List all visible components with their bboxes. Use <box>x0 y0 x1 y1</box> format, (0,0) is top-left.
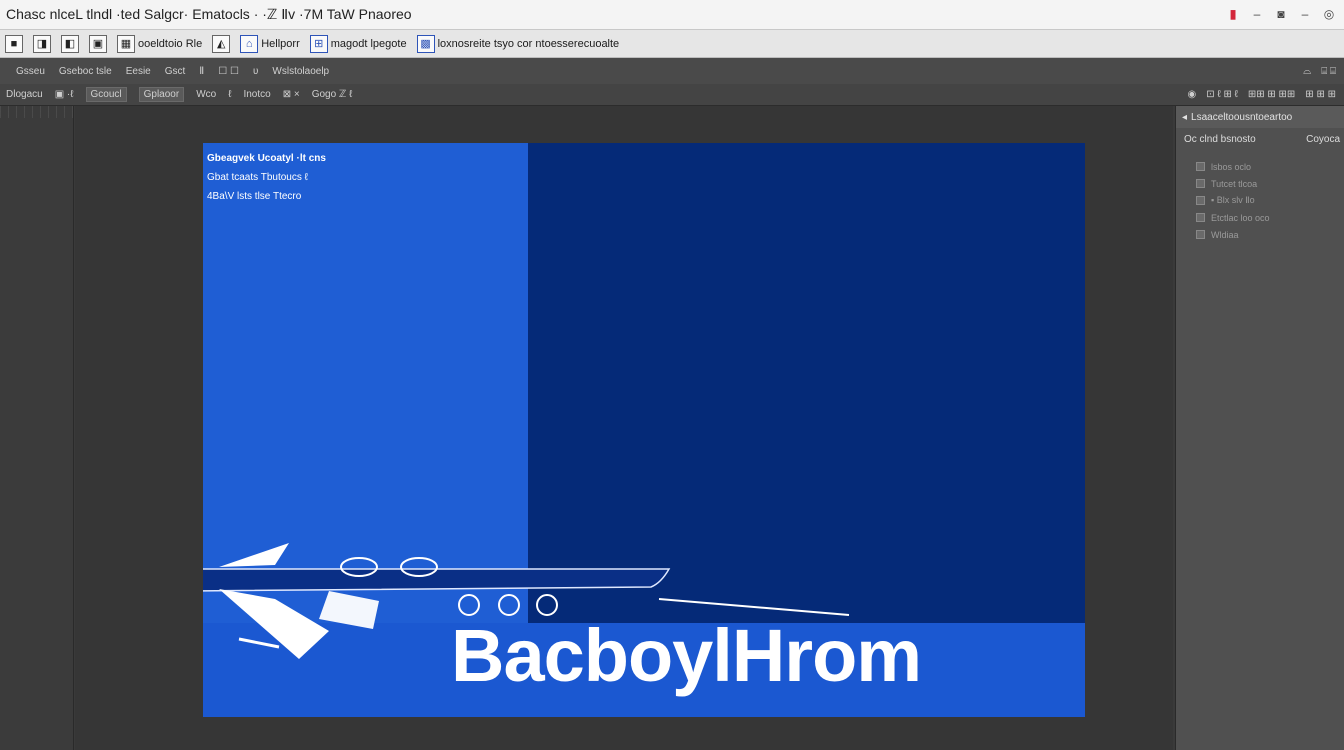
ribbon-button-7[interactable]: ⌂ Hellporr <box>237 33 303 55</box>
ribbon-button-4[interactable]: ▣ <box>86 33 110 55</box>
tool-item-8[interactable]: ⊠ × <box>283 89 300 100</box>
option-item-3[interactable]: Eesie <box>126 66 151 77</box>
canvas-line-3: 4Ba\V lsts tlse Ttecro <box>207 191 302 202</box>
minimize-icon[interactable]: – <box>1296 5 1314 23</box>
option-item-6[interactable]: ☐ ☐ <box>218 66 239 77</box>
half-square-icon: ◨ <box>33 34 51 53</box>
dash-icon[interactable]: – <box>1248 5 1266 23</box>
canvas-line-1: Gbeagvek Ucoatyl ·lt cns <box>207 153 326 164</box>
ribbon-button-3[interactable]: ◧ <box>58 33 82 55</box>
layer-item[interactable]: ▪ Blx slv Ⅱo <box>1176 192 1344 209</box>
layer-name: Tutcet tlcoa <box>1211 178 1258 189</box>
tool-item-9[interactable]: Gogo ℤ ℓ <box>312 89 353 100</box>
option-item-5[interactable]: Ⅱ <box>199 66 204 77</box>
layout-icon: ⊞ <box>309 34 328 53</box>
tool-item-4[interactable]: Gplaoor <box>138 87 185 102</box>
chevron-left-icon[interactable]: ◂ <box>1182 112 1187 123</box>
tool-item-5[interactable]: Wco <box>196 89 216 100</box>
tools-panel <box>0 106 74 750</box>
options-bar: Gsseu Gseboc tsle Eesie Gsct Ⅱ ☐ ☐ ʋ Wsl… <box>0 58 1344 84</box>
window-controls: ▮ – ◙ – ◎ <box>1224 5 1338 23</box>
tool-item-7[interactable]: Inotco <box>243 89 270 100</box>
canvas-line-2: Gbat tcaats Tbutoucs ℓ <box>207 172 308 183</box>
options-bar-right: ⌓ ⌸ ⌸ <box>1303 66 1336 77</box>
pattern-icon: ▩ <box>416 34 435 53</box>
layer-item[interactable]: Etctlac loo oco <box>1176 209 1344 226</box>
layer-visibility-icon[interactable] <box>1196 196 1205 205</box>
panel-tab-value: Coyoca <box>1306 133 1340 145</box>
layer-item[interactable]: lsbos oclo <box>1176 158 1344 175</box>
window-titlebar: Chasc nlceL tlndl ·ted Salgcr· Ematocls … <box>0 0 1344 30</box>
layer-item[interactable]: Wldiaa <box>1176 226 1344 243</box>
target-icon[interactable]: ◉ <box>1188 89 1197 100</box>
ribbon-label-5: ooeldtoio Rle <box>138 37 203 50</box>
ribbon-label-9: loxnosreite tsyo cor ntoesserecuoalte <box>437 37 620 50</box>
record-icon[interactable]: ▮ <box>1224 5 1242 23</box>
layer-name: Etctlac loo oco <box>1211 212 1270 223</box>
layer-name: Wldiaa <box>1211 229 1239 240</box>
tool-item-1[interactable]: Dlogacu <box>6 89 43 100</box>
ribbon-button-2[interactable]: ◨ <box>30 33 54 55</box>
ribbon-button-5[interactable]: ▦ ooeldtoio Rle <box>114 33 205 55</box>
distribute-icon[interactable]: ⊞⊞ ⊞ ⊞⊞ <box>1248 89 1295 100</box>
canvas-text-block: Gbeagvek Ucoatyl ·lt cns Gbat tcaats Tbu… <box>207 149 326 206</box>
tool-options-right: ◉ ⊡ ℓ ⊞ ℓ ⊞⊞ ⊞ ⊞⊞ ⊞ ⊞ ⊞ <box>1188 89 1336 100</box>
align-icon[interactable]: ⊡ ℓ ⊞ ℓ <box>1206 89 1238 100</box>
layer-name: ▪ Blx slv Ⅱo <box>1211 195 1255 205</box>
layer-name: lsbos oclo <box>1211 161 1252 172</box>
panel-tab-label: Oc clnd bsnosto <box>1184 133 1256 145</box>
layer-visibility-icon[interactable] <box>1196 162 1205 171</box>
layer-visibility-icon[interactable] <box>1196 213 1205 222</box>
layers-panel-title: Lsaaceltoousntoeartoo <box>1191 111 1293 123</box>
ribbon-label-8: magodt lpegote <box>330 37 407 50</box>
camera-icon[interactable]: ◙ <box>1272 5 1290 23</box>
tool-options-bar: Dlogacu ▣ ·ℓ Gcoucl Gplaoor Wco ℓ Inotco… <box>0 84 1344 106</box>
option-item-7[interactable]: ʋ <box>253 66 258 77</box>
document-canvas[interactable]: Gbeagvek Ucoatyl ·lt cns Gbat tcaats Tbu… <box>203 143 1085 717</box>
option-item-1[interactable]: Gsseu <box>16 66 45 77</box>
grid-icon: ▦ <box>117 34 135 53</box>
ribbon-button-8[interactable]: ⊞ magodt lpegote <box>307 33 410 55</box>
layer-visibility-icon[interactable] <box>1196 179 1205 188</box>
canvas-headline: BacboylHrom <box>451 614 922 697</box>
layers-panel-header[interactable]: ◂ Lsaaceltoousntoeartoo <box>1176 106 1344 128</box>
ribbon-button-9[interactable]: ▩ loxnosreite tsyo cor ntoesserecuoalte <box>414 33 623 55</box>
layer-item[interactable]: Tutcet tlcoa <box>1176 175 1344 192</box>
shape-icon: ◭ <box>212 34 231 53</box>
square-icon: ■ <box>5 34 23 53</box>
option-item-4[interactable]: Gsct <box>165 66 186 77</box>
ribbon-label-7: Hellporr <box>261 37 300 50</box>
home-icon: ⌂ <box>240 34 259 53</box>
ribbon-button-6[interactable]: ◭ <box>209 33 233 55</box>
panel-tab-row[interactable]: Oc clnd bsnosto Coyoca <box>1176 128 1344 150</box>
frame-icon: ▣ <box>89 34 107 53</box>
layer-visibility-icon[interactable] <box>1196 230 1205 239</box>
layers-panel: ◂ Lsaaceltoousntoeartoo Oc clnd bsnosto … <box>1175 106 1344 750</box>
ribbon-button-1[interactable]: ■ <box>2 33 26 55</box>
layout-toggle-icon[interactable]: ⌸ ⌸ <box>1321 66 1336 77</box>
option-item-8[interactable]: Wslstolaoelp <box>272 66 329 77</box>
option-item-2[interactable]: Gseboc tsle <box>59 66 112 77</box>
window-title: Chasc nlceL tlndl ·ted Salgcr· Ematocls … <box>6 6 412 22</box>
tool-item-2[interactable]: ▣ ·ℓ <box>55 89 74 100</box>
settings-icon[interactable]: ◎ <box>1320 5 1338 23</box>
ribbon-toolbar: ■ ◨ ◧ ▣ ▦ ooeldtoio Rle ◭ ⌂ Hellporr ⊞ m… <box>0 30 1344 58</box>
panel-icon: ◧ <box>61 34 79 53</box>
tool-item-6[interactable]: ℓ <box>228 89 231 100</box>
cloud-icon[interactable]: ⌓ <box>1303 66 1311 77</box>
tool-item-3[interactable]: Gcoucl <box>85 87 127 102</box>
arrange-icon[interactable]: ⊞ ⊞ ⊞ <box>1305 89 1336 100</box>
